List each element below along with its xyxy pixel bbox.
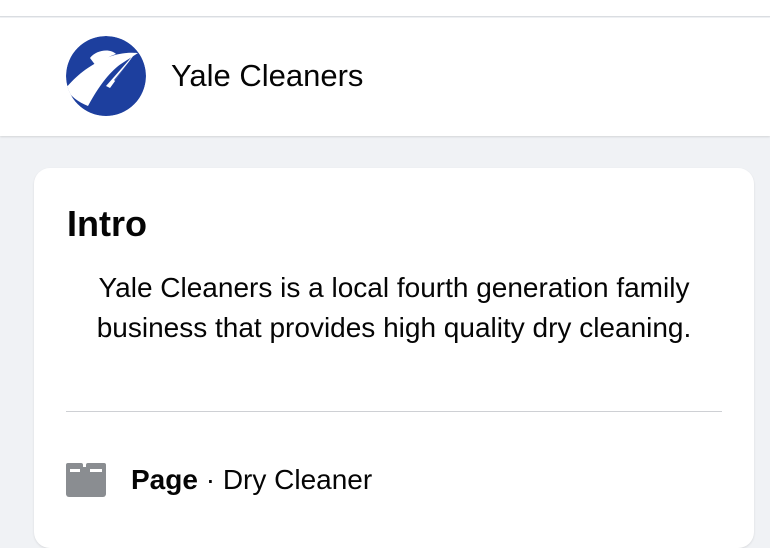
page-category[interactable]: Dry Cleaner: [223, 464, 372, 495]
page-header: Yale Cleaners: [0, 18, 770, 136]
page-type-label: Page: [131, 464, 198, 495]
intro-card: Intro Yale Cleaners is a local fourth ge…: [34, 168, 754, 548]
page-name[interactable]: Yale Cleaners: [171, 56, 363, 96]
intro-title: Intro: [67, 203, 147, 244]
page-folder-icon: [66, 463, 106, 497]
yale-cleaners-logo-icon: [66, 36, 146, 116]
page-avatar[interactable]: [66, 36, 146, 116]
intro-divider: [66, 411, 722, 412]
page-category-row: Page · Dry Cleaner: [66, 460, 372, 500]
info-separator: ·: [197, 464, 223, 495]
intro-bio: Yale Cleaners is a local fourth generati…: [96, 272, 692, 343]
top-strip: [0, 0, 770, 17]
